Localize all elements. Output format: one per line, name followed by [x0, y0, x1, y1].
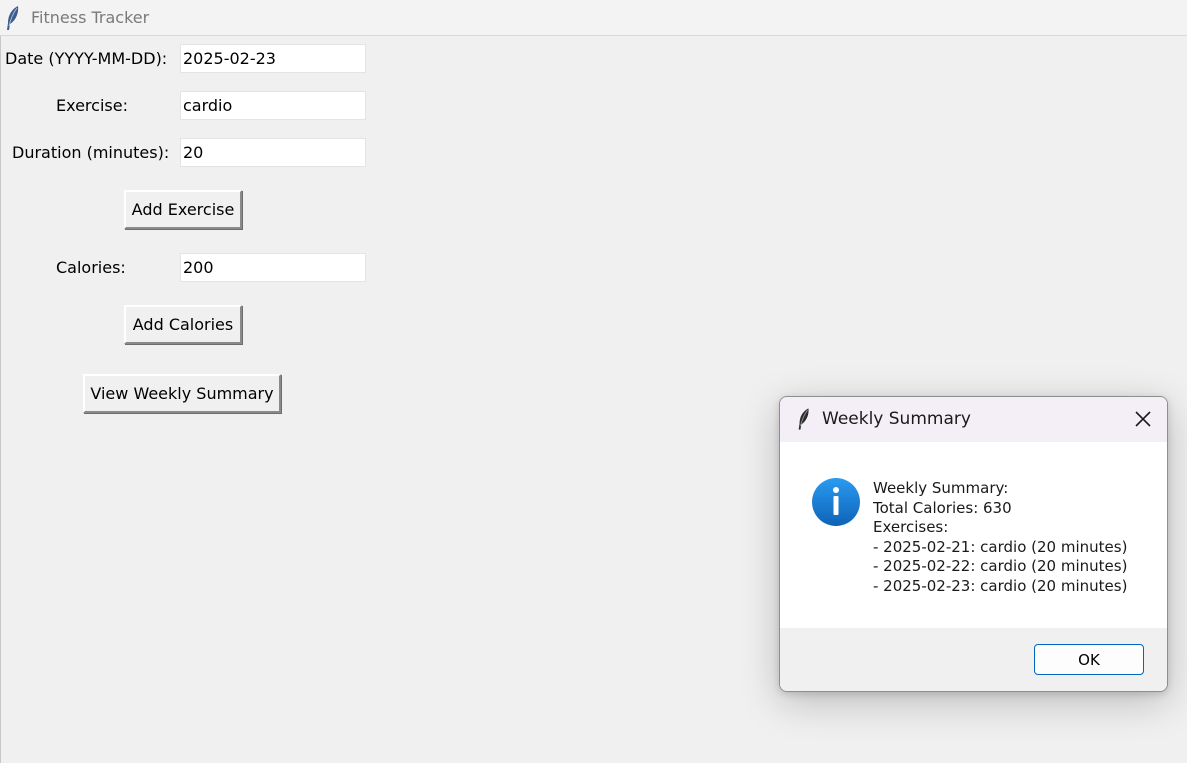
date-field[interactable]	[180, 44, 366, 73]
view-weekly-summary-button[interactable]: View Weekly Summary	[83, 374, 281, 413]
dialog-title: Weekly Summary	[822, 409, 971, 429]
message-line: - 2025-02-23: cardio (20 minutes)	[873, 576, 1128, 595]
exercise-label: Exercise:	[56, 96, 128, 115]
add-calories-button[interactable]: Add Calories	[124, 305, 242, 344]
weekly-summary-dialog: Weekly Summary Weekly Summary: Total Cal…	[779, 396, 1168, 692]
message-line: - 2025-02-21: cardio (20 minutes)	[873, 537, 1128, 556]
ok-button[interactable]: OK	[1034, 644, 1144, 675]
message-line: Weekly Summary:	[873, 479, 1009, 497]
info-icon	[812, 478, 860, 526]
dialog-body: Weekly Summary: Total Calories: 630 Exer…	[780, 442, 1167, 628]
calories-label: Calories:	[56, 258, 126, 277]
message-line: - 2025-02-22: cardio (20 minutes)	[873, 557, 1128, 575]
window-border	[0, 36, 1, 763]
add-exercise-button[interactable]: Add Exercise	[124, 190, 242, 229]
exercise-field[interactable]	[180, 91, 366, 120]
window-titlebar: Fitness Tracker	[0, 0, 1187, 36]
feather-icon	[7, 6, 19, 30]
feather-icon	[798, 408, 809, 430]
window-title: Fitness Tracker	[31, 8, 150, 27]
dialog-titlebar: Weekly Summary	[780, 397, 1167, 442]
message-line: Exercises:	[873, 518, 949, 536]
calories-field[interactable]	[180, 253, 366, 282]
date-label: Date (YYYY-MM-DD):	[5, 49, 168, 68]
duration-field[interactable]	[180, 138, 366, 167]
message-line: Total Calories: 630	[873, 498, 1012, 517]
dialog-footer: OK	[780, 628, 1167, 691]
duration-label: Duration (minutes):	[12, 143, 170, 162]
close-icon[interactable]	[1133, 409, 1153, 429]
dialog-message: Weekly Summary: Total Calories: 630 Exer…	[873, 479, 1127, 596]
